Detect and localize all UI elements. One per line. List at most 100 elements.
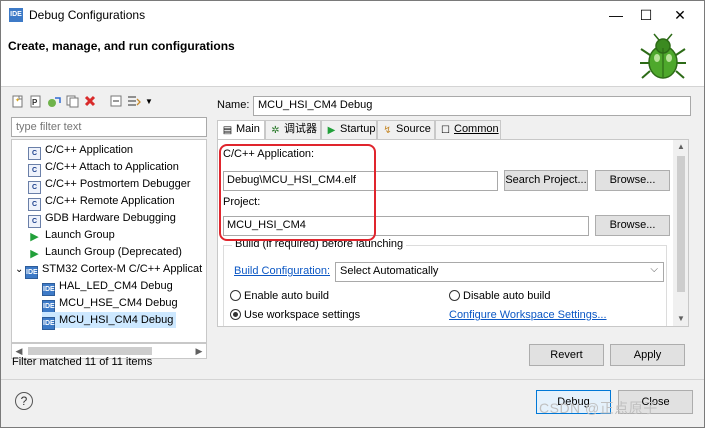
source-tab-icon: ↯ — [383, 125, 392, 136]
export-config-icon[interactable] — [47, 95, 61, 109]
tree-item-mcu-hse[interactable]: IDE MCU_HSE_CM4 Debug — [42, 295, 178, 313]
new-prototype-icon[interactable]: P — [29, 95, 43, 109]
ide-app-icon: IDE — [9, 8, 23, 22]
scroll-up-icon[interactable]: ▲ — [673, 140, 688, 154]
ide-config-icon: IDE — [42, 317, 55, 330]
main-tab-icon: ▤ — [222, 125, 233, 136]
radio-dot-selected — [230, 309, 241, 320]
tree-item-label: C/C++ Remote Application — [45, 195, 175, 207]
startup-tab-icon: ▶ — [327, 125, 336, 136]
svg-text:P: P — [32, 98, 38, 107]
tree-item-label: C/C++ Attach to Application — [45, 161, 179, 173]
delete-config-icon[interactable] — [83, 95, 97, 109]
filter-config-icon[interactable] — [127, 95, 141, 109]
duplicate-config-icon[interactable] — [65, 95, 79, 109]
tree-item-gdb-hardware[interactable]: C GDB Hardware Debugging — [28, 210, 176, 228]
filter-status: Filter matched 11 of 11 items — [12, 356, 153, 368]
radio-label: Disable auto build — [463, 290, 551, 302]
radio-label: Enable auto build — [244, 290, 330, 302]
header-banner: Create, manage, and run configurations — [1, 29, 704, 87]
tree-item-c-attach[interactable]: C C/C++ Attach to Application — [28, 159, 179, 177]
collapse-all-icon[interactable] — [109, 95, 123, 109]
browse-project-button[interactable]: Browse... — [595, 215, 670, 236]
chevron-down-icon[interactable]: ⌄ — [15, 262, 25, 278]
radio-dot — [449, 290, 460, 301]
use-workspace-settings-radio[interactable]: Use workspace settings — [230, 309, 360, 321]
c-application-input[interactable]: Debug\MCU_HSI_CM4.elf — [223, 171, 498, 191]
build-group: Build (if required) before launching Bui… — [223, 238, 667, 326]
debug-bug-icon — [640, 33, 686, 79]
tree-item-mcu-hsi[interactable]: IDE MCU_HSI_CM4 Debug — [42, 312, 177, 330]
tab-label: Main — [236, 123, 260, 135]
c-application-label: C/C++ Application: — [223, 148, 315, 160]
tab-label: Source — [396, 123, 431, 135]
watermark: CSDN @正点原子 — [539, 400, 658, 416]
build-configuration-select[interactable]: Select Automatically ⌵ — [335, 262, 664, 282]
main-tab-pane: C/C++ Application: Debug\MCU_HSI_CM4.elf… — [217, 139, 689, 327]
tree-item-label: Launch Group — [45, 229, 115, 241]
common-tab-icon: ☐ — [441, 125, 450, 136]
tree-item-launch-group[interactable]: ▶ Launch Group — [28, 227, 115, 245]
scroll-thumb[interactable] — [28, 347, 152, 355]
tab-label: 调试器 — [284, 123, 317, 135]
tree-item-hal-led[interactable]: IDE HAL_LED_CM4 Debug — [42, 278, 173, 296]
project-label: Project: — [223, 196, 261, 208]
tree-item-label: GDB Hardware Debugging — [45, 212, 176, 224]
tab-label: Common — [454, 123, 499, 135]
tree-item-label: HAL_LED_CM4 Debug — [59, 280, 173, 292]
config-tree: C C/C++ Application C C/C++ Attach to Appl… — [11, 139, 207, 343]
apply-button[interactable]: Apply — [610, 344, 685, 366]
radio-dot — [230, 290, 241, 301]
tab-vertical-scrollbar[interactable]: ▲ ▼ — [673, 140, 688, 326]
configure-workspace-link[interactable]: Configure Workspace Settings... — [449, 309, 607, 321]
debug-configurations-window: IDE Debug Configurations — ☐ ✕ Create, m… — [0, 0, 705, 428]
banner-title: Create, manage, and run configurations — [8, 39, 235, 53]
tab-debugger[interactable]: ✲ 调试器 — [265, 120, 321, 139]
browse-application-button[interactable]: Browse... — [595, 170, 670, 191]
tab-label: Startup — [340, 123, 376, 135]
maximize-button[interactable]: ☐ — [631, 4, 661, 26]
scroll-thumb[interactable] — [677, 156, 685, 292]
name-input[interactable]: MCU_HSI_CM4 Debug — [253, 96, 691, 116]
tree-item-label: MCU_HSI_CM4 Debug — [59, 314, 174, 326]
config-editor: Name: MCU_HSI_CM4 Debug ▤ Main ✲ 调试器 ▶ Star… — [215, 93, 693, 373]
footer-divider — [1, 379, 704, 380]
scroll-down-icon[interactable]: ▼ — [673, 312, 688, 326]
new-config-icon[interactable]: ✦ — [11, 95, 25, 109]
config-toolbar: ✦ P ▼ — [9, 93, 207, 113]
tab-source[interactable]: ↯ Source — [377, 120, 435, 139]
project-input[interactable]: MCU_HSI_CM4 — [223, 216, 589, 236]
tree-item-c-remote[interactable]: C C/C++ Remote Application — [28, 193, 175, 211]
enable-auto-build-radio[interactable]: Enable auto build — [230, 290, 329, 302]
scroll-right-icon[interactable]: ▶ — [192, 344, 206, 358]
tab-startup[interactable]: ▶ Startup — [321, 120, 377, 139]
debugger-tab-icon: ✲ — [271, 125, 280, 136]
ide-config-icon: IDE — [25, 266, 38, 279]
title-bar: IDE Debug Configurations — ☐ ✕ — [1, 1, 704, 29]
help-icon[interactable]: ? — [15, 392, 33, 410]
chevron-down-icon: ⌵ — [650, 264, 658, 275]
filter-dropdown-icon[interactable]: ▼ — [142, 95, 156, 109]
build-configuration-link[interactable]: Build Configuration: — [234, 265, 330, 277]
tree-item-c-application[interactable]: C C/C++ Application — [28, 142, 134, 160]
tab-main[interactable]: ▤ Main — [217, 120, 265, 140]
tree-item-label: MCU_HSE_CM4 Debug — [59, 297, 178, 309]
tree-item-c-postmortem[interactable]: C C/C++ Postmortem Debugger — [28, 176, 191, 194]
filter-input[interactable] — [11, 117, 207, 137]
minimize-button[interactable]: — — [601, 4, 631, 26]
launch-config-panel: ✦ P ▼ CC/C++ Application — [9, 93, 207, 373]
svg-text:✦: ✦ — [15, 97, 20, 104]
tree-item-label: C/C++ Postmortem Debugger — [45, 178, 191, 190]
revert-button[interactable]: Revert — [529, 344, 604, 366]
tree-item-stm32-cortex-m[interactable]: ⌄ IDE STM32 Cortex-M C/C++ Applicat — [15, 261, 203, 279]
disable-auto-build-radio[interactable]: Disable auto build — [449, 290, 550, 302]
build-configuration-value: Select Automatically — [340, 265, 439, 277]
tree-item-label: C/C++ Application — [45, 144, 134, 156]
close-window-button[interactable]: ✕ — [665, 4, 695, 26]
search-project-button[interactable]: Search Project... — [504, 170, 588, 191]
tree-item-label: STM32 Cortex-M C/C++ Applicat — [42, 263, 203, 275]
tab-common[interactable]: ☐ Common — [435, 120, 501, 139]
build-group-title: Build (if required) before launching — [232, 238, 407, 250]
tree-item-launch-group-deprecated[interactable]: ▶ Launch Group (Deprecated) — [28, 244, 182, 262]
tree-item-label: Launch Group (Deprecated) — [45, 246, 182, 258]
